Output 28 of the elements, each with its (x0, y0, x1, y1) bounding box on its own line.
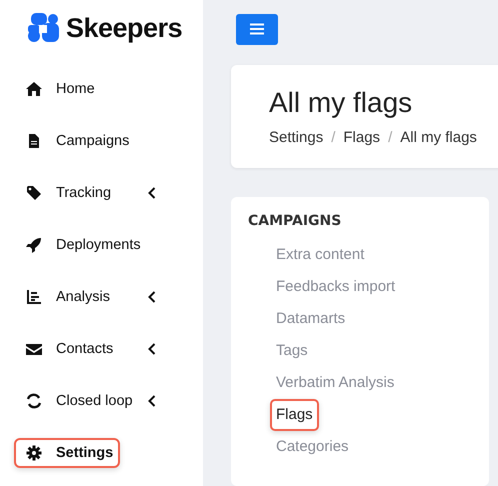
sidebar-item[interactable]: Settings (14, 438, 120, 468)
home-icon (26, 81, 42, 97)
sidebar-item[interactable]: Closed loop (14, 386, 178, 416)
breadcrumb-link[interactable]: Flags (343, 128, 380, 146)
menu-icon (250, 23, 264, 36)
envelope-icon (26, 341, 42, 357)
menu-button[interactable] (236, 14, 278, 45)
tag-icon (26, 185, 42, 201)
sidebar-item[interactable]: Campaigns (14, 126, 178, 156)
breadcrumb-separator: / (388, 128, 392, 146)
file-icon (26, 133, 42, 149)
sidebar-item[interactable]: Deployments (14, 230, 178, 260)
sidebar-item[interactable]: Home (14, 74, 178, 104)
menu-link[interactable]: Flags (270, 398, 319, 431)
logo-icon (28, 13, 62, 43)
sidebar-item[interactable]: Analysis (14, 282, 178, 312)
sidebar-item[interactable]: Contacts (14, 334, 178, 364)
sync-icon (26, 393, 42, 409)
sidebar-item[interactable]: Tracking (14, 178, 178, 208)
breadcrumb-separator: / (331, 128, 336, 146)
breadcrumb-link[interactable]: All my flags (400, 128, 477, 146)
brand-name: Skeepers (66, 12, 182, 44)
rocket-icon (26, 237, 42, 253)
page-title: All my flags (269, 86, 414, 119)
breadcrumb-link[interactable]: Settings (269, 128, 324, 146)
settings-icon (26, 445, 42, 461)
chart-icon (26, 289, 42, 305)
section-heading: CAMPAIGNS (248, 212, 342, 229)
